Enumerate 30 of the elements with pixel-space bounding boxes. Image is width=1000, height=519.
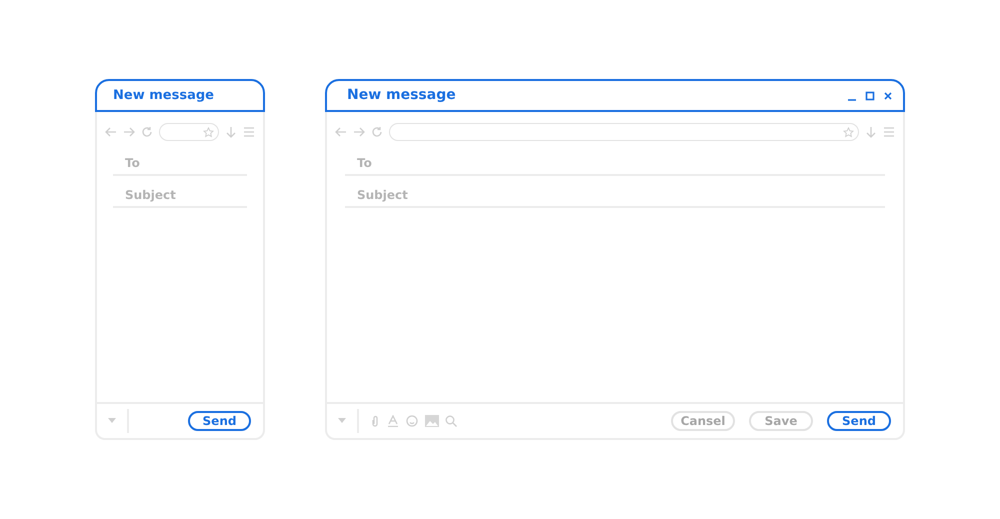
refresh-icon[interactable] xyxy=(141,126,153,138)
star-icon[interactable] xyxy=(203,126,214,138)
action-button[interactable]: Send xyxy=(827,411,891,431)
back-arrow-icon[interactable] xyxy=(335,126,347,138)
image-icon[interactable] xyxy=(425,415,439,427)
window-title: New message xyxy=(346,86,456,105)
window-title: New message xyxy=(113,86,214,105)
close-icon[interactable] xyxy=(883,90,893,100)
action-button[interactable]: Send xyxy=(188,411,251,431)
forward-arrow-icon[interactable] xyxy=(123,126,135,138)
input-field[interactable]: To xyxy=(113,152,247,176)
maximize-icon[interactable] xyxy=(865,90,875,100)
dropdown-caret-icon[interactable] xyxy=(337,418,347,424)
menu-icon[interactable] xyxy=(883,126,895,138)
search-icon[interactable] xyxy=(445,415,457,427)
dropdown-caret-icon[interactable] xyxy=(107,418,117,424)
back-arrow-icon[interactable] xyxy=(105,126,117,138)
menu-icon[interactable] xyxy=(243,126,255,138)
address-bar[interactable] xyxy=(389,123,859,141)
smiley-icon[interactable] xyxy=(405,415,419,427)
input-field[interactable]: Subject xyxy=(113,184,247,208)
refresh-icon[interactable] xyxy=(371,126,383,138)
forward-arrow-icon[interactable] xyxy=(353,126,365,138)
address-bar[interactable] xyxy=(159,123,219,141)
download-icon[interactable] xyxy=(225,126,237,138)
text-format-icon[interactable] xyxy=(387,415,399,427)
input-field[interactable]: To xyxy=(345,152,885,176)
star-icon[interactable] xyxy=(843,126,854,138)
input-field[interactable]: Subject xyxy=(345,184,885,208)
download-icon[interactable] xyxy=(865,126,877,138)
